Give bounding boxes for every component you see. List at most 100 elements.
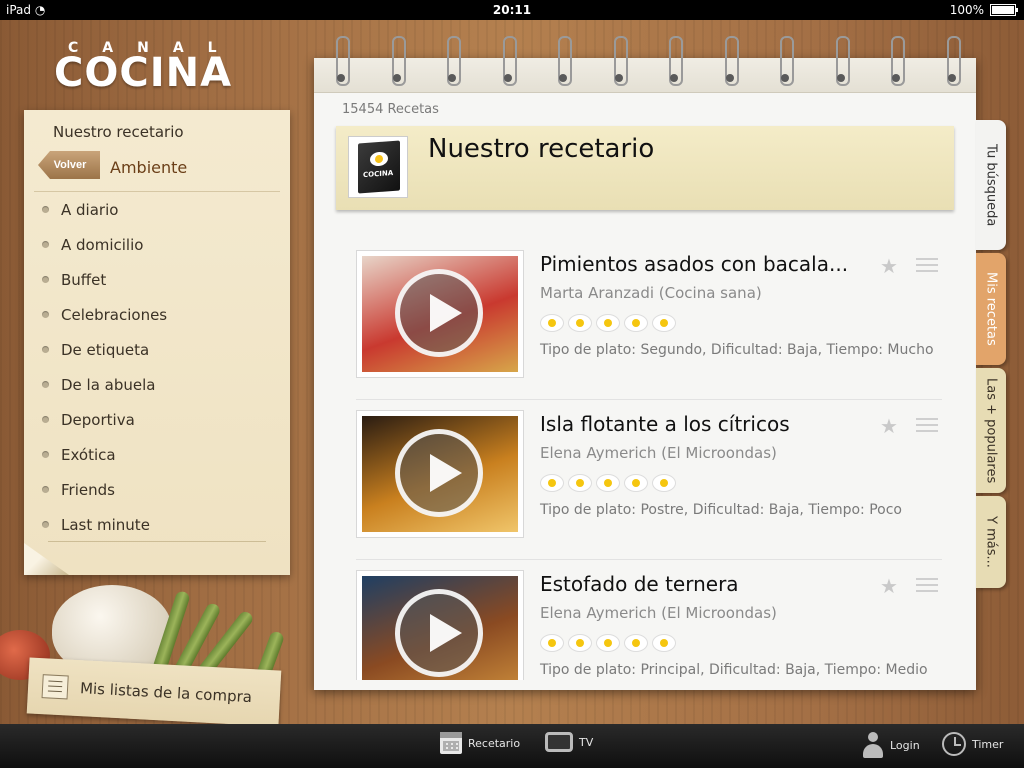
egg-rating-icon bbox=[652, 634, 676, 652]
tv-button[interactable]: TV bbox=[545, 732, 593, 752]
battery-status: 100% bbox=[949, 3, 1018, 17]
spiral-ring bbox=[945, 36, 961, 86]
recetario-button[interactable]: Recetario bbox=[440, 732, 520, 754]
bullet-icon bbox=[42, 416, 49, 423]
recipe-author: Marta Aranzadi (Cocina sana) bbox=[540, 284, 762, 302]
battery-percent: 100% bbox=[949, 3, 984, 17]
category-label: A domicilio bbox=[61, 235, 144, 254]
add-to-list-icon[interactable] bbox=[916, 258, 938, 274]
rating-eggs bbox=[540, 314, 676, 332]
favorite-star-icon[interactable]: ★ bbox=[880, 414, 898, 438]
recipe-thumbnail[interactable] bbox=[356, 570, 524, 680]
recipe-row[interactable]: Pimientos asados con bacala... Marta Ara… bbox=[356, 250, 942, 400]
timer-label: Timer bbox=[972, 737, 1004, 751]
egg-rating-icon bbox=[624, 314, 648, 332]
recipe-thumbnail[interactable] bbox=[356, 410, 524, 538]
login-button[interactable]: Login bbox=[862, 732, 920, 758]
timer-button[interactable]: Timer bbox=[942, 732, 1003, 756]
recipe-thumbnail[interactable] bbox=[356, 250, 524, 378]
spiral-ring bbox=[834, 36, 850, 86]
egg-rating-icon bbox=[568, 314, 592, 332]
divider bbox=[356, 559, 942, 560]
category-item[interactable]: Buffet bbox=[24, 262, 290, 297]
play-icon[interactable] bbox=[395, 429, 483, 517]
tab-tu-busqueda[interactable]: Tu búsqueda bbox=[976, 120, 1006, 250]
spiral-ring bbox=[889, 36, 905, 86]
notebook-header bbox=[314, 58, 976, 93]
page-curl bbox=[24, 543, 69, 575]
logo-main-text: COCINA bbox=[54, 50, 233, 96]
tab-mis-recetas[interactable]: Mis recetas bbox=[976, 253, 1006, 365]
recipe-author: Elena Aymerich (El Microondas) bbox=[540, 604, 777, 622]
recipe-row[interactable]: Isla flotante a los cítricos Elena Aymer… bbox=[356, 410, 942, 560]
egg-rating-icon bbox=[596, 474, 620, 492]
back-button[interactable]: Volver bbox=[38, 151, 100, 179]
tab-label: Tu búsqueda bbox=[983, 143, 999, 227]
divider bbox=[48, 541, 266, 542]
recipe-row[interactable]: Estofado de ternera Elena Aymerich (El M… bbox=[356, 570, 942, 680]
tv-label: TV bbox=[579, 735, 594, 749]
book-cover-label: COCINA bbox=[363, 169, 394, 180]
egg-rating-icon bbox=[568, 474, 592, 492]
category-item[interactable]: De la abuela bbox=[24, 367, 290, 402]
egg-rating-icon bbox=[568, 634, 592, 652]
recipe-notebook: 15454 Recetas COCINA Nuestro recetario P… bbox=[314, 36, 976, 690]
play-icon[interactable] bbox=[395, 269, 483, 357]
category-item[interactable]: Exótica bbox=[24, 437, 290, 472]
favorite-star-icon[interactable]: ★ bbox=[880, 574, 898, 598]
bottom-toolbar: Recetario TV Login Timer bbox=[0, 724, 1024, 768]
spiral-ring bbox=[501, 36, 517, 86]
bullet-icon bbox=[42, 451, 49, 458]
recipe-book-icon: COCINA bbox=[348, 136, 408, 198]
clock-time: 20:11 bbox=[492, 3, 532, 17]
recipe-image bbox=[362, 416, 518, 532]
canal-cocina-logo: CANAL COCINA bbox=[54, 40, 264, 96]
add-to-list-icon[interactable] bbox=[916, 578, 938, 594]
spiral-ring bbox=[334, 36, 350, 86]
category-list: A diario A domicilio Buffet Celebracione… bbox=[24, 192, 290, 542]
shopping-list-button[interactable]: Mis listas de la compra bbox=[26, 657, 282, 727]
spiral-ring bbox=[556, 36, 572, 86]
egg-rating-icon bbox=[624, 474, 648, 492]
category-label: Last minute bbox=[61, 515, 150, 534]
category-label: Celebraciones bbox=[61, 305, 168, 324]
bullet-icon bbox=[42, 346, 49, 353]
login-label: Login bbox=[890, 738, 920, 752]
tab-label: Las + populares bbox=[983, 377, 999, 484]
category-item[interactable]: Deportiva bbox=[24, 402, 290, 437]
clock-icon bbox=[942, 732, 966, 756]
calendar-icon bbox=[440, 732, 462, 754]
rating-eggs bbox=[540, 474, 676, 492]
category-label: Deportiva bbox=[61, 410, 135, 429]
category-item[interactable]: Celebraciones bbox=[24, 297, 290, 332]
bullet-icon bbox=[42, 521, 49, 528]
divider bbox=[356, 399, 942, 400]
tab-las-populares[interactable]: Las + populares bbox=[976, 368, 1006, 493]
rating-eggs bbox=[540, 634, 676, 652]
spiral-ring bbox=[778, 36, 794, 86]
category-label: Buffet bbox=[61, 270, 107, 289]
user-icon bbox=[862, 732, 884, 758]
category-label: De la abuela bbox=[61, 375, 156, 394]
recipe-count: 15454 Recetas bbox=[342, 102, 439, 117]
play-icon[interactable] bbox=[395, 589, 483, 677]
category-item[interactable]: A domicilio bbox=[24, 227, 290, 262]
spiral-ring bbox=[667, 36, 683, 86]
category-item[interactable]: A diario bbox=[24, 192, 290, 227]
add-to-list-icon[interactable] bbox=[916, 418, 938, 434]
recipe-info: Tipo de plato: Segundo, Dificultad: Baja… bbox=[540, 342, 934, 358]
recipe-info: Tipo de plato: Principal, Dificultad: Ba… bbox=[540, 662, 928, 678]
recipe-title[interactable]: Isla flotante a los cítricos bbox=[540, 412, 790, 436]
recipe-title[interactable]: Pimientos asados con bacala... bbox=[540, 252, 848, 276]
favorite-star-icon[interactable]: ★ bbox=[880, 254, 898, 278]
category-item[interactable]: Last minute bbox=[24, 507, 290, 542]
recipe-title[interactable]: Estofado de ternera bbox=[540, 572, 739, 596]
recipe-info: Tipo de plato: Postre, Dificultad: Baja,… bbox=[540, 502, 902, 518]
status-bar: iPad ◔ 20:11 100% bbox=[0, 0, 1024, 20]
egg-rating-icon bbox=[596, 314, 620, 332]
category-label: Friends bbox=[61, 480, 115, 499]
category-item[interactable]: Friends bbox=[24, 472, 290, 507]
tab-y-mas[interactable]: Y más... bbox=[976, 496, 1006, 588]
category-item[interactable]: De etiqueta bbox=[24, 332, 290, 367]
bullet-icon bbox=[42, 206, 49, 213]
